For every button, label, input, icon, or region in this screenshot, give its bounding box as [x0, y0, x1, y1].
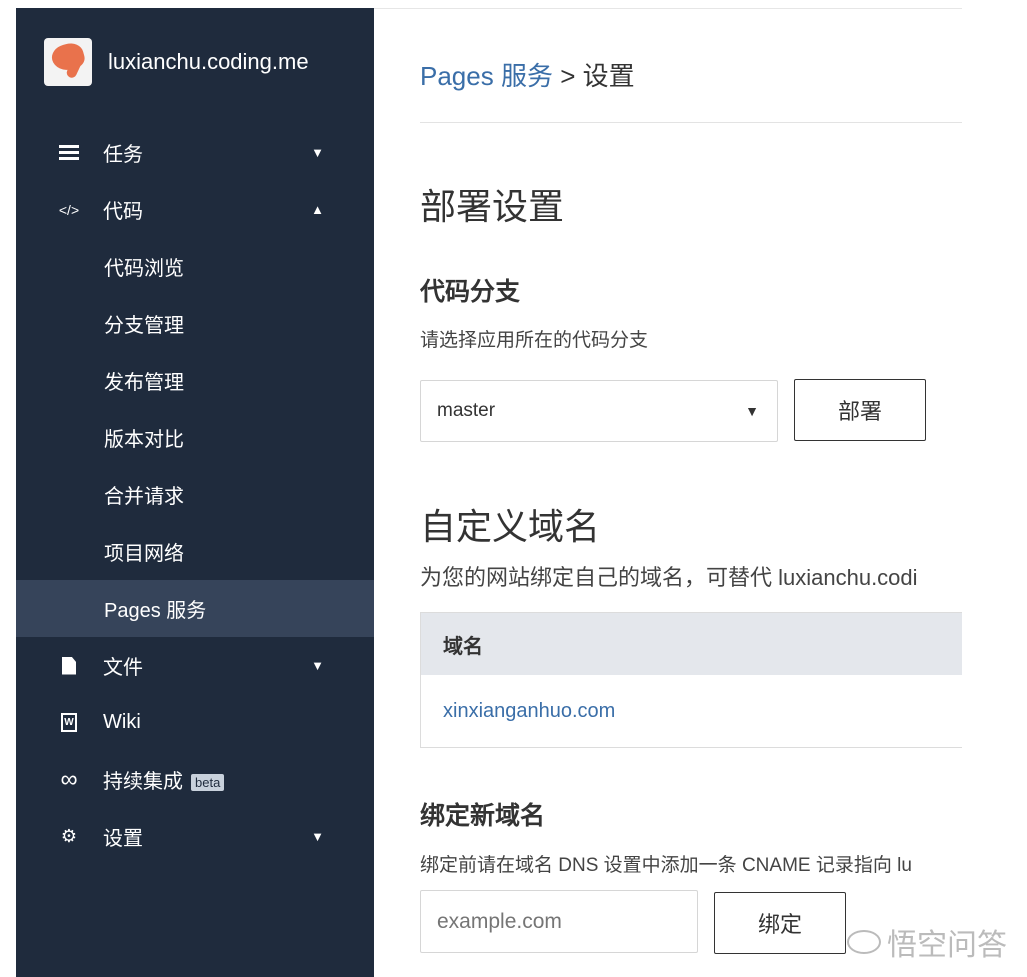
branch-section-title: 代码分支 [420, 278, 521, 306]
sidebar-item-code-browse[interactable]: 代码浏览 [16, 238, 374, 295]
bind-button[interactable]: 绑定 [714, 892, 846, 954]
bind-domain-hint: 绑定前请在域名 DNS 设置中添加一条 CNAME 记录指向 lu [420, 855, 912, 876]
divider [420, 122, 962, 123]
infinity-icon: ∞ [60, 765, 78, 793]
beta-badge: beta [191, 774, 225, 792]
sidebar-item-network[interactable]: 项目网络 [16, 523, 374, 580]
file-icon [58, 655, 80, 677]
domain-input[interactable] [420, 890, 698, 953]
code-icon: </> [58, 201, 80, 218]
breadcrumb-current: 设置 [582, 61, 635, 91]
domain-table-header: 域名 [421, 613, 962, 675]
branch-hint: 请选择应用所在的代码分支 [420, 330, 649, 351]
brand[interactable]: luxianchu.coding.me [44, 38, 309, 86]
caret-down-icon: ▼ [311, 658, 324, 673]
sidebar-item-label: 设置 [103, 828, 143, 850]
chevron-down-icon: ▼ [745, 403, 759, 419]
sidebar-item-label: Wiki [103, 711, 141, 733]
sidebar-item-label: 发布管理 [104, 372, 184, 394]
gears-icon: ⚙ [60, 826, 78, 846]
sidebar-item-branches[interactable]: 分支管理 [16, 295, 374, 352]
table-row: xinxianganhuo.com [421, 675, 962, 747]
sidebar-item-releases[interactable]: 发布管理 [16, 352, 374, 409]
branch-select[interactable]: master ▼ [420, 380, 778, 442]
sidebar-nav: 任务 ▼ </> 代码 ▲ 代码浏览 分支管理 发布管理 版本对比 合并请求 项… [16, 124, 374, 865]
deploy-settings-title: 部署设置 [420, 186, 565, 227]
sidebar-item-code[interactable]: </> 代码 ▲ [16, 181, 374, 238]
sidebar-item-wiki[interactable]: W Wiki [16, 694, 374, 751]
deploy-button[interactable]: 部署 [794, 379, 926, 441]
sidebar-item-label: 项目网络 [104, 543, 184, 565]
sidebar: luxianchu.coding.me 任务 ▼ </> 代码 ▲ 代码浏览 分… [16, 8, 374, 977]
screen: luxianchu.coding.me 任务 ▼ </> 代码 ▲ 代码浏览 分… [0, 0, 1027, 977]
caret-down-icon: ▼ [311, 145, 324, 160]
domain-link[interactable]: xinxianganhuo.com [443, 700, 615, 723]
sidebar-item-settings[interactable]: ⚙ 设置 ▼ [16, 808, 374, 865]
sidebar-item-label: Pages 服务 [104, 600, 207, 622]
watermark-text: 悟空问答 [887, 929, 1007, 962]
sidebar-item-label: 代码浏览 [104, 258, 184, 280]
sidebar-item-label: 任务 [103, 144, 143, 166]
sidebar-item-merge-requests[interactable]: 合并请求 [16, 466, 374, 523]
sidebar-item-text: 持续集成 [103, 771, 183, 793]
custom-domain-title: 自定义域名 [420, 506, 601, 547]
sidebar-item-label: 合并请求 [104, 486, 184, 508]
wiki-icon: W [58, 712, 80, 734]
sidebar-item-label: 持续集成 beta [103, 765, 225, 794]
project-logo [44, 38, 92, 86]
sidebar-item-label: 文件 [103, 657, 143, 679]
project-name: luxianchu.coding.me [108, 49, 309, 74]
main-content: Pages 服务 > 设置 部署设置 代码分支 请选择应用所在的代码分支 mas… [420, 0, 962, 977]
sidebar-item-compare[interactable]: 版本对比 [16, 409, 374, 466]
caret-up-icon: ▲ [311, 202, 324, 217]
breadcrumb: Pages 服务 > 设置 [420, 56, 635, 93]
list-icon [58, 142, 80, 164]
branch-select-value: master [437, 400, 496, 421]
sidebar-item-files[interactable]: 文件 ▼ [16, 637, 374, 694]
custom-domain-desc: 为您的网站绑定自己的域名，可替代 luxianchu.codi [420, 565, 918, 590]
sidebar-item-pages[interactable]: Pages 服务 [16, 580, 374, 637]
sidebar-item-tasks[interactable]: 任务 ▼ [16, 124, 374, 181]
sidebar-item-ci[interactable]: ∞ 持续集成 beta [16, 751, 374, 808]
breadcrumb-separator: > [560, 61, 576, 91]
watermark-logo-icon [847, 930, 881, 954]
bind-domain-title: 绑定新域名 [420, 802, 546, 830]
domain-table: 域名 xinxianganhuo.com [420, 612, 962, 748]
sidebar-item-label: 版本对比 [104, 429, 184, 451]
sidebar-item-label: 代码 [103, 201, 143, 223]
caret-down-icon: ▼ [311, 829, 324, 844]
breadcrumb-link-pages[interactable]: Pages 服务 [420, 61, 553, 91]
sidebar-item-label: 分支管理 [104, 315, 184, 337]
watermark: 悟空问答 [847, 920, 1007, 964]
